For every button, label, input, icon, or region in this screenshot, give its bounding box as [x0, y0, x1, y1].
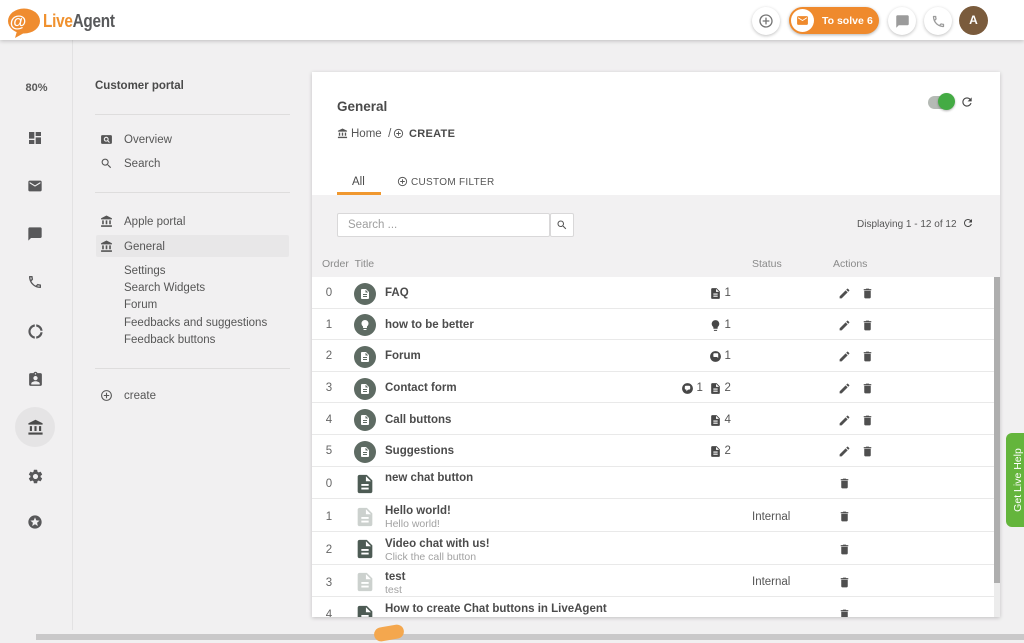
svg-text:@: @: [10, 12, 27, 31]
